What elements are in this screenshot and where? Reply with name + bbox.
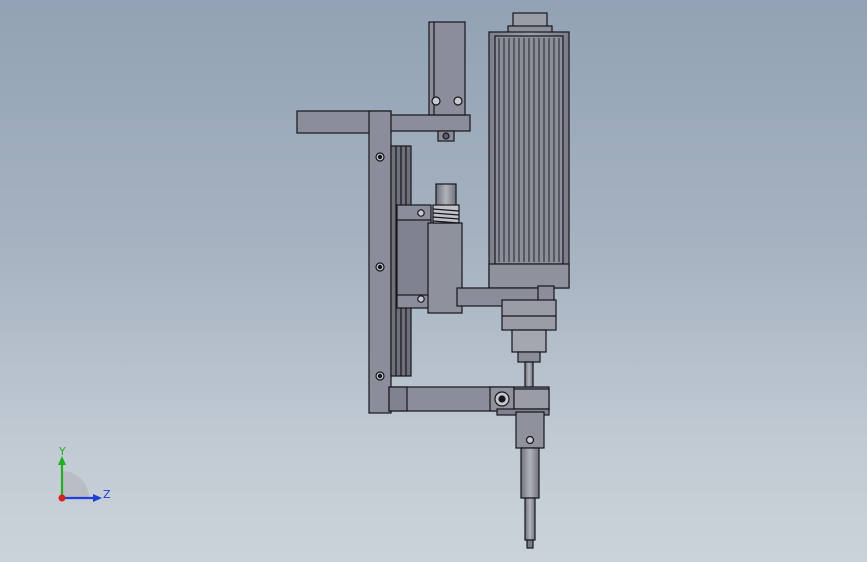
servo-motor[interactable] — [488, 12, 570, 289]
vertical-mounting-plate[interactable] — [368, 110, 392, 414]
triad-plane — [62, 471, 89, 498]
spindle-nose[interactable] — [501, 299, 557, 388]
compression-spring — [432, 183, 460, 224]
lower-bracket-arm[interactable] — [388, 386, 550, 412]
spindle-assembly-model[interactable] — [0, 0, 867, 562]
axis-triad[interactable]: Y Z — [40, 438, 130, 518]
probe-tip[interactable] — [520, 447, 540, 549]
z-axis-label: Z — [103, 488, 111, 501]
z-axis-arrow — [93, 494, 102, 502]
x-axis-origin — [58, 494, 66, 502]
cad-viewport[interactable]: Y Z — [0, 0, 867, 562]
air-cylinder[interactable] — [428, 21, 466, 116]
y-axis-label: Y — [58, 445, 66, 458]
hex-nut — [437, 130, 455, 142]
probe-clamp[interactable] — [496, 408, 550, 449]
